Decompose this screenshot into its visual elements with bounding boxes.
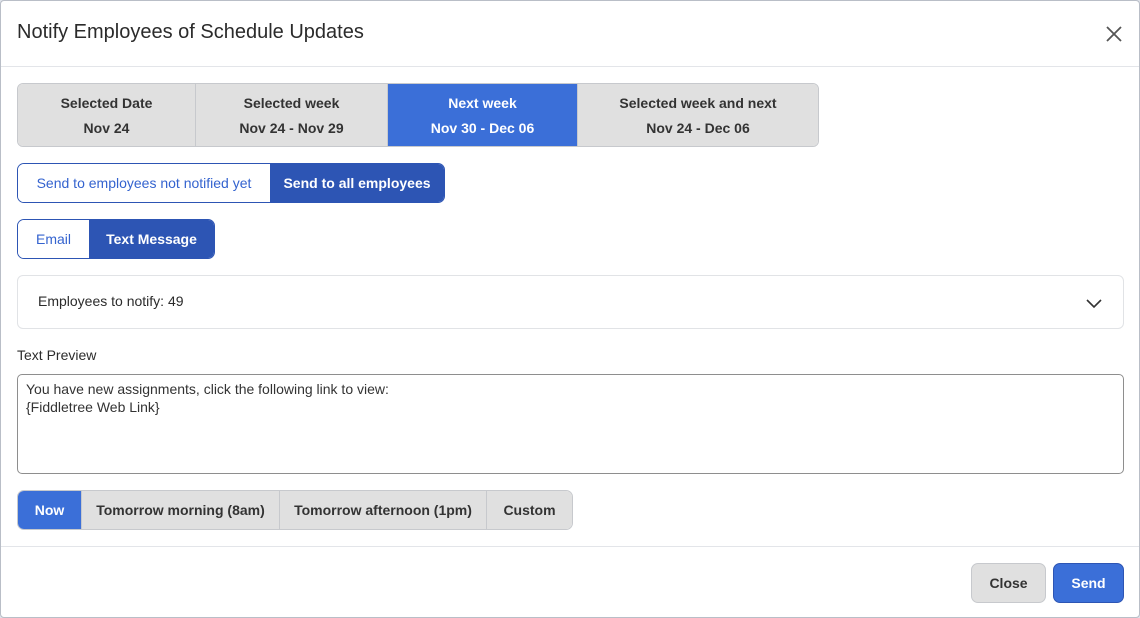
text-preview-field[interactable]: You have new assignments, click the foll… — [17, 374, 1124, 474]
modal-title: Notify Employees of Schedule Updates — [17, 21, 364, 43]
week-selector: Selected Date Nov 24 Selected week Nov 2… — [17, 83, 819, 147]
recipient-selector: Send to employees not notified yet Send … — [17, 163, 445, 203]
week-option-label: Next week — [448, 94, 517, 111]
week-option-selected-week-and-next[interactable]: Selected week and next Nov 24 - Dec 06 — [578, 84, 818, 146]
time-option-tomorrow-afternoon[interactable]: Tomorrow afternoon (1pm) — [280, 491, 487, 529]
week-option-range: Nov 24 — [83, 119, 130, 136]
week-option-range: Nov 24 - Nov 29 — [239, 119, 344, 136]
notify-modal: Notify Employees of Schedule Updates Sel… — [0, 0, 1140, 618]
close-button[interactable]: Close — [971, 563, 1046, 603]
text-preview-label: Text Preview — [17, 347, 97, 363]
send-button[interactable]: Send — [1053, 563, 1124, 603]
employees-to-notify-panel[interactable]: Employees to notify: 49 — [17, 275, 1124, 329]
modal-footer: Close Send — [1, 546, 1139, 618]
send-not-notified-button[interactable]: Send to employees not notified yet — [18, 164, 270, 202]
time-option-now[interactable]: Now — [18, 491, 82, 529]
week-option-label: Selected week and next — [619, 94, 777, 111]
week-option-selected-week[interactable]: Selected week Nov 24 - Nov 29 — [196, 84, 388, 146]
week-option-range: Nov 24 - Dec 06 — [646, 119, 750, 136]
week-option-label: Selected week — [243, 94, 340, 111]
modal-header: Notify Employees of Schedule Updates — [1, 1, 1139, 67]
send-time-selector: Now Tomorrow morning (8am) Tomorrow afte… — [17, 490, 573, 530]
week-option-next-week[interactable]: Next week Nov 30 - Dec 06 — [388, 84, 578, 146]
email-button[interactable]: Email — [18, 220, 89, 258]
send-all-button[interactable]: Send to all employees — [270, 164, 444, 202]
week-option-selected-date[interactable]: Selected Date Nov 24 — [18, 84, 196, 146]
chevron-down-icon[interactable] — [1085, 294, 1103, 312]
close-icon[interactable] — [1103, 23, 1125, 45]
text-message-button[interactable]: Text Message — [89, 220, 214, 258]
time-option-tomorrow-morning[interactable]: Tomorrow morning (8am) — [82, 491, 280, 529]
employees-count-label: Employees to notify: 49 — [38, 293, 184, 309]
channel-selector: Email Text Message — [17, 219, 215, 259]
week-option-range: Nov 30 - Dec 06 — [430, 119, 535, 136]
time-option-custom[interactable]: Custom — [487, 491, 572, 529]
week-option-label: Selected Date — [60, 94, 153, 111]
